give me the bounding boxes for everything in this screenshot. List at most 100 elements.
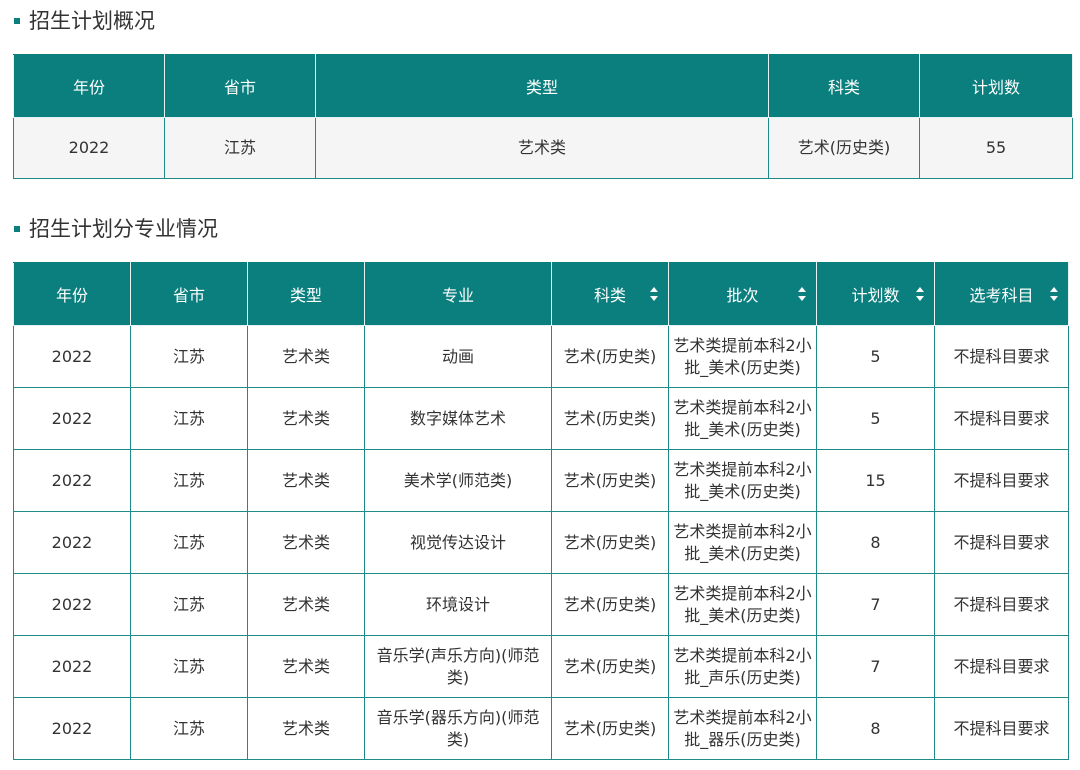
overview-header-row: 年份 省市 类型 科类 计划数 xyxy=(13,54,1073,118)
detail-header-row: 年份 省市 类型 专业 科类 批次 计划数 选考科目 xyxy=(13,262,1069,326)
type-cell: 艺术类 xyxy=(247,573,365,636)
type-cell: 艺术类 xyxy=(247,387,365,450)
detail-col-province: 省市 xyxy=(130,262,248,326)
detail-col-major: 专业 xyxy=(364,262,552,326)
province-cell: 江苏 xyxy=(130,573,248,636)
overview-col-year: 年份 xyxy=(13,54,165,118)
detail-section-title: 招生计划分专业情况 xyxy=(14,216,218,242)
sort-updown-icon[interactable] xyxy=(798,287,806,301)
subjects-cell: 不提科目要求 xyxy=(934,697,1069,760)
type-cell: 艺术类 xyxy=(247,635,365,698)
type-cell: 艺术类 xyxy=(247,325,365,388)
category-cell: 艺术(历史类) xyxy=(551,449,669,512)
overview-province-cell: 江苏 xyxy=(164,117,316,179)
detail-col-category-label: 科类 xyxy=(593,286,626,305)
major-cell: 音乐学(器乐方向)(师范类) xyxy=(364,697,552,760)
category-cell: 艺术(历史类) xyxy=(551,387,669,450)
overview-table: 年份 省市 类型 科类 计划数 2022 江苏 艺术类 艺术(历史类) 55 xyxy=(13,54,1073,179)
overview-type-cell: 艺术类 xyxy=(315,117,769,179)
province-cell: 江苏 xyxy=(130,635,248,698)
province-cell: 江苏 xyxy=(130,325,248,388)
detail-table: 年份 省市 类型 专业 科类 批次 计划数 选考科目 2022 江苏 艺术类 动… xyxy=(13,262,1069,760)
detail-col-year-label: 年份 xyxy=(55,286,88,305)
square-bullet-icon xyxy=(14,226,20,232)
major-cell: 美术学(师范类) xyxy=(364,449,552,512)
subjects-cell: 不提科目要求 xyxy=(934,573,1069,636)
overview-section-title: 招生计划概况 xyxy=(14,8,155,34)
year-cell: 2022 xyxy=(13,449,131,512)
overview-year-cell: 2022 xyxy=(13,117,165,179)
category-cell: 艺术(历史类) xyxy=(551,573,669,636)
category-cell: 艺术(历史类) xyxy=(551,325,669,388)
batch-cell: 艺术类提前本科2小批_美术(历史类) xyxy=(668,325,817,388)
detail-title-text: 招生计划分专业情况 xyxy=(29,217,218,241)
sort-by-batch-header[interactable]: 批次 xyxy=(668,262,817,326)
subjects-cell: 不提科目要求 xyxy=(934,511,1069,574)
province-cell: 江苏 xyxy=(130,697,248,760)
table-row: 2022 江苏 艺术类 音乐学(声乐方向)(师范类) 艺术(历史类) 艺术类提前本科2小批… xyxy=(13,635,1069,698)
category-cell: 艺术(历史类) xyxy=(551,511,669,574)
year-cell: 2022 xyxy=(13,325,131,388)
subjects-cell: 不提科目要求 xyxy=(934,449,1069,512)
overview-col-type: 类型 xyxy=(315,54,769,118)
year-cell: 2022 xyxy=(13,697,131,760)
detail-col-year: 年份 xyxy=(13,262,131,326)
type-cell: 艺术类 xyxy=(247,697,365,760)
sort-updown-icon[interactable] xyxy=(1050,287,1058,301)
overview-col-province: 省市 xyxy=(164,54,316,118)
year-cell: 2022 xyxy=(13,511,131,574)
table-row: 2022 江苏 艺术类 数字媒体艺术 艺术(历史类) 艺术类提前本科2小批_美术(历史类)… xyxy=(13,387,1069,450)
sort-updown-icon[interactable] xyxy=(916,287,924,301)
plan-count-cell: 8 xyxy=(816,697,935,760)
detail-col-province-label: 省市 xyxy=(172,286,205,305)
plan-count-cell: 15 xyxy=(816,449,935,512)
plan-count-cell: 7 xyxy=(816,635,935,698)
major-cell: 数字媒体艺术 xyxy=(364,387,552,450)
table-row: 2022 江苏 艺术类 环境设计 艺术(历史类) 艺术类提前本科2小批_美术(历史类) 7 不… xyxy=(13,573,1069,636)
detail-col-plan-count-label: 计划数 xyxy=(851,286,900,305)
square-bullet-icon xyxy=(14,18,20,24)
sort-by-plan-count-header[interactable]: 计划数 xyxy=(816,262,935,326)
major-cell: 视觉传达设计 xyxy=(364,511,552,574)
table-row: 2022 江苏 艺术类 音乐学(器乐方向)(师范类) 艺术(历史类) 艺术类提前本科2小批… xyxy=(13,697,1069,760)
overview-col-plan-count: 计划数 xyxy=(919,54,1073,118)
detail-table-body: 2022 江苏 艺术类 动画 艺术(历史类) 艺术类提前本科2小批_美术(历史类) 5 不提科… xyxy=(13,325,1069,760)
subjects-cell: 不提科目要求 xyxy=(934,635,1069,698)
table-row: 2022 江苏 艺术类 动画 艺术(历史类) 艺术类提前本科2小批_美术(历史类) 5 不提科… xyxy=(13,325,1069,388)
sort-by-subjects-header[interactable]: 选考科目 xyxy=(934,262,1069,326)
province-cell: 江苏 xyxy=(130,511,248,574)
major-cell: 音乐学(声乐方向)(师范类) xyxy=(364,635,552,698)
type-cell: 艺术类 xyxy=(247,511,365,574)
plan-count-cell: 7 xyxy=(816,573,935,636)
table-row: 2022 江苏 艺术类 美术学(师范类) 艺术(历史类) 艺术类提前本科2小批_美术(历史… xyxy=(13,449,1069,512)
year-cell: 2022 xyxy=(13,387,131,450)
batch-cell: 艺术类提前本科2小批_美术(历史类) xyxy=(668,511,817,574)
major-cell: 动画 xyxy=(364,325,552,388)
table-row: 2022 江苏 艺术类 艺术(历史类) 55 xyxy=(13,117,1073,179)
sort-by-category-header[interactable]: 科类 xyxy=(551,262,669,326)
detail-col-type-label: 类型 xyxy=(289,286,322,305)
overview-plan-count-cell: 55 xyxy=(919,117,1073,179)
major-cell: 环境设计 xyxy=(364,573,552,636)
year-cell: 2022 xyxy=(13,635,131,698)
detail-col-type: 类型 xyxy=(247,262,365,326)
subjects-cell: 不提科目要求 xyxy=(934,325,1069,388)
table-row: 2022 江苏 艺术类 视觉传达设计 艺术(历史类) 艺术类提前本科2小批_美术(历史类)… xyxy=(13,511,1069,574)
plan-count-cell: 8 xyxy=(816,511,935,574)
overview-title-text: 招生计划概况 xyxy=(29,9,155,33)
detail-col-subjects-label: 选考科目 xyxy=(969,286,1034,305)
type-cell: 艺术类 xyxy=(247,449,365,512)
category-cell: 艺术(历史类) xyxy=(551,635,669,698)
detail-col-major-label: 专业 xyxy=(441,286,474,305)
batch-cell: 艺术类提前本科2小批_美术(历史类) xyxy=(668,573,817,636)
subjects-cell: 不提科目要求 xyxy=(934,387,1069,450)
detail-col-batch-label: 批次 xyxy=(726,286,759,305)
province-cell: 江苏 xyxy=(130,449,248,512)
batch-cell: 艺术类提前本科2小批_声乐(历史类) xyxy=(668,635,817,698)
batch-cell: 艺术类提前本科2小批_美术(历史类) xyxy=(668,387,817,450)
overview-col-category: 科类 xyxy=(768,54,920,118)
plan-count-cell: 5 xyxy=(816,325,935,388)
province-cell: 江苏 xyxy=(130,387,248,450)
category-cell: 艺术(历史类) xyxy=(551,697,669,760)
sort-updown-icon[interactable] xyxy=(650,287,658,301)
